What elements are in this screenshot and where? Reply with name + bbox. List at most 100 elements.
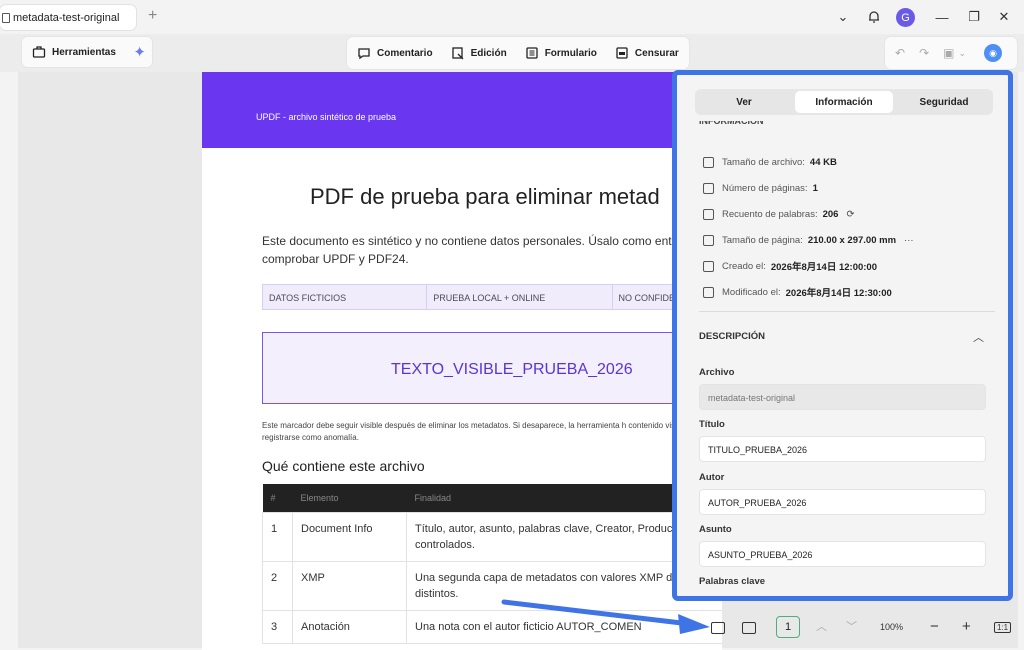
- pages-icon: [703, 182, 714, 194]
- info-value: 210.00 x 297.00 mm: [807, 234, 897, 246]
- document-icon: [2, 12, 10, 23]
- redo-icon[interactable]: ↷: [919, 46, 929, 60]
- table-cell: 1: [262, 511, 293, 562]
- bottom-status-bar: 1 ︿ ﹀ 100% − + 1:1: [694, 610, 1016, 646]
- page-number-input[interactable]: 1: [776, 616, 800, 638]
- visible-marker-text: TEXTO_VISIBLE_PRUEBA_2026: [391, 361, 633, 378]
- save-options-chevron-icon[interactable]: ⌄: [958, 48, 966, 59]
- panel-tabs: Ver Información Seguridad: [695, 89, 993, 115]
- page-size-icon: [703, 234, 714, 246]
- info-page-size: Tamaño de página: 210.00 x 297.00 mm ···: [703, 227, 914, 253]
- page-header-banner: UPDF - archivo sintético de prueba: [202, 72, 722, 148]
- tab-information[interactable]: Información: [795, 91, 893, 113]
- undo-icon[interactable]: ↶: [895, 46, 905, 60]
- form-mode-label: Formulario: [544, 47, 597, 59]
- drive-icon: [703, 156, 714, 168]
- document-title: PDF de prueba para eliminar metad: [310, 184, 660, 209]
- table-cell: Document Info: [292, 511, 407, 562]
- history-tools: ↶ ↷ ▣ ⌄ ◉: [885, 37, 1017, 69]
- comment-icon: [358, 48, 370, 60]
- main-toolbar: Herramientas ✦ Comentario Edición Formul…: [0, 34, 1024, 72]
- file-label: Archivo: [699, 367, 735, 378]
- table-header: Elemento: [292, 484, 407, 512]
- info-label: Modificado el:: [722, 286, 781, 298]
- section-title: Qué contiene este archivo: [262, 458, 425, 474]
- info-label: Número de páginas:: [722, 182, 808, 194]
- edit-mode-label: Edición: [470, 47, 507, 59]
- visible-marker-box: TEXTO_VISIBLE_PRUEBA_2026: [262, 332, 722, 404]
- save-icon[interactable]: ▣: [943, 46, 954, 60]
- description-header: DESCRIPCIÓN: [699, 331, 765, 342]
- form-mode-button[interactable]: Formulario: [525, 46, 597, 60]
- tab-view[interactable]: Ver: [695, 89, 793, 115]
- table-cell: XMP: [292, 560, 407, 611]
- ai-assistant-icon[interactable]: ◉: [984, 44, 1003, 62]
- info-label: Tamaño de archivo:: [722, 156, 805, 168]
- info-value: 2026年8月14日 12:00:00: [770, 262, 877, 273]
- avatar[interactable]: G: [896, 8, 915, 27]
- next-page-icon[interactable]: ﹀: [846, 618, 857, 634]
- redact-mode-label: Censurar: [634, 47, 679, 59]
- document-properties-panel: Ver Información Seguridad INFORMACIÓN Ta…: [672, 70, 1013, 601]
- document-tab[interactable]: metadata-test-original: [0, 5, 136, 30]
- tools-button[interactable]: Herramientas ✦: [22, 37, 152, 67]
- toolbox-icon: [32, 46, 46, 58]
- previous-page-icon[interactable]: ︿: [816, 618, 827, 634]
- actual-size-icon[interactable]: 1:1: [994, 622, 1012, 633]
- info-word-count: Recuento de palabras: 206 ⟳: [703, 201, 914, 227]
- document-intro: Este documento es sintético y no contien…: [262, 234, 683, 266]
- refresh-icon[interactable]: ⟳: [846, 209, 854, 220]
- ai-sparkle-icon[interactable]: ✦: [133, 43, 146, 61]
- edit-mode-button[interactable]: Edición: [451, 46, 507, 60]
- edit-icon: [451, 47, 464, 60]
- more-options-icon[interactable]: ···: [904, 235, 914, 246]
- avatar-letter: G: [901, 11, 910, 24]
- table-cell: Anotación: [292, 609, 407, 644]
- subject-field[interactable]: ASUNTO_PRUEBA_2026: [699, 541, 986, 567]
- tools-label: Herramientas: [52, 46, 116, 58]
- keywords-label: Palabras clave: [699, 576, 766, 587]
- tag-item: DATOS FICTICIOS: [263, 285, 428, 309]
- bell-icon[interactable]: [866, 7, 882, 27]
- info-value: 206: [822, 208, 839, 220]
- title-field[interactable]: TITULO_PRUEBA_2026: [699, 436, 986, 462]
- form-icon: [526, 47, 538, 59]
- chevron-down-icon[interactable]: ⌄: [836, 7, 850, 27]
- calendar-icon: [703, 286, 714, 298]
- section-divider: [699, 311, 995, 312]
- chevron-up-icon[interactable]: ︿: [973, 329, 984, 345]
- zoom-level[interactable]: 100%: [880, 622, 903, 632]
- reading-mode-icon[interactable]: [711, 622, 725, 634]
- info-page-count: Número de páginas: 1: [703, 175, 914, 201]
- word-count-icon: [703, 208, 714, 220]
- title-bar: metadata-test-original + ⌄ G — ❐ ✕: [0, 0, 1024, 34]
- author-label: Autor: [699, 472, 725, 483]
- redact-icon: [616, 47, 628, 59]
- add-tab-button[interactable]: +: [148, 6, 157, 26]
- table-cell: 2: [262, 560, 293, 611]
- comment-mode-button[interactable]: Comentario: [357, 46, 433, 60]
- info-file-size: Tamaño de archivo: 44 KB: [703, 149, 914, 175]
- subject-label: Asunto: [699, 524, 732, 535]
- close-icon[interactable]: ✕: [996, 7, 1012, 27]
- zoom-out-icon[interactable]: −: [930, 618, 939, 635]
- title-label: Título: [699, 419, 725, 430]
- minimize-icon[interactable]: —: [934, 7, 950, 27]
- mode-switcher: Comentario Edición Formulario Censurar: [347, 37, 689, 69]
- info-label: Recuento de palabras:: [722, 208, 818, 220]
- information-header: INFORMACIÓN: [699, 121, 764, 126]
- zoom-in-icon[interactable]: +: [962, 618, 971, 635]
- page-header-text: UPDF - archivo sintético de prueba: [256, 112, 397, 122]
- calendar-icon: [703, 260, 714, 272]
- info-label: Creado el:: [722, 260, 766, 272]
- author-field[interactable]: AUTOR_PRUEBA_2026: [699, 489, 986, 515]
- info-created: Creado el: 2026年8月14日 12:00:00: [703, 253, 914, 279]
- info-value: 2026年8月14日 12:30:00: [785, 288, 892, 299]
- tag-row: DATOS FICTICIOS PRUEBA LOCAL + ONLINE NO…: [262, 284, 722, 310]
- presentation-icon[interactable]: [742, 622, 756, 634]
- info-modified: Modificado el: 2026年8月14日 12:30:00: [703, 279, 914, 305]
- redact-mode-button[interactable]: Censurar: [615, 46, 679, 60]
- tab-security[interactable]: Seguridad: [895, 89, 993, 115]
- restore-icon[interactable]: ❐: [966, 7, 982, 27]
- info-list: Tamaño de archivo: 44 KB Número de página…: [703, 149, 914, 305]
